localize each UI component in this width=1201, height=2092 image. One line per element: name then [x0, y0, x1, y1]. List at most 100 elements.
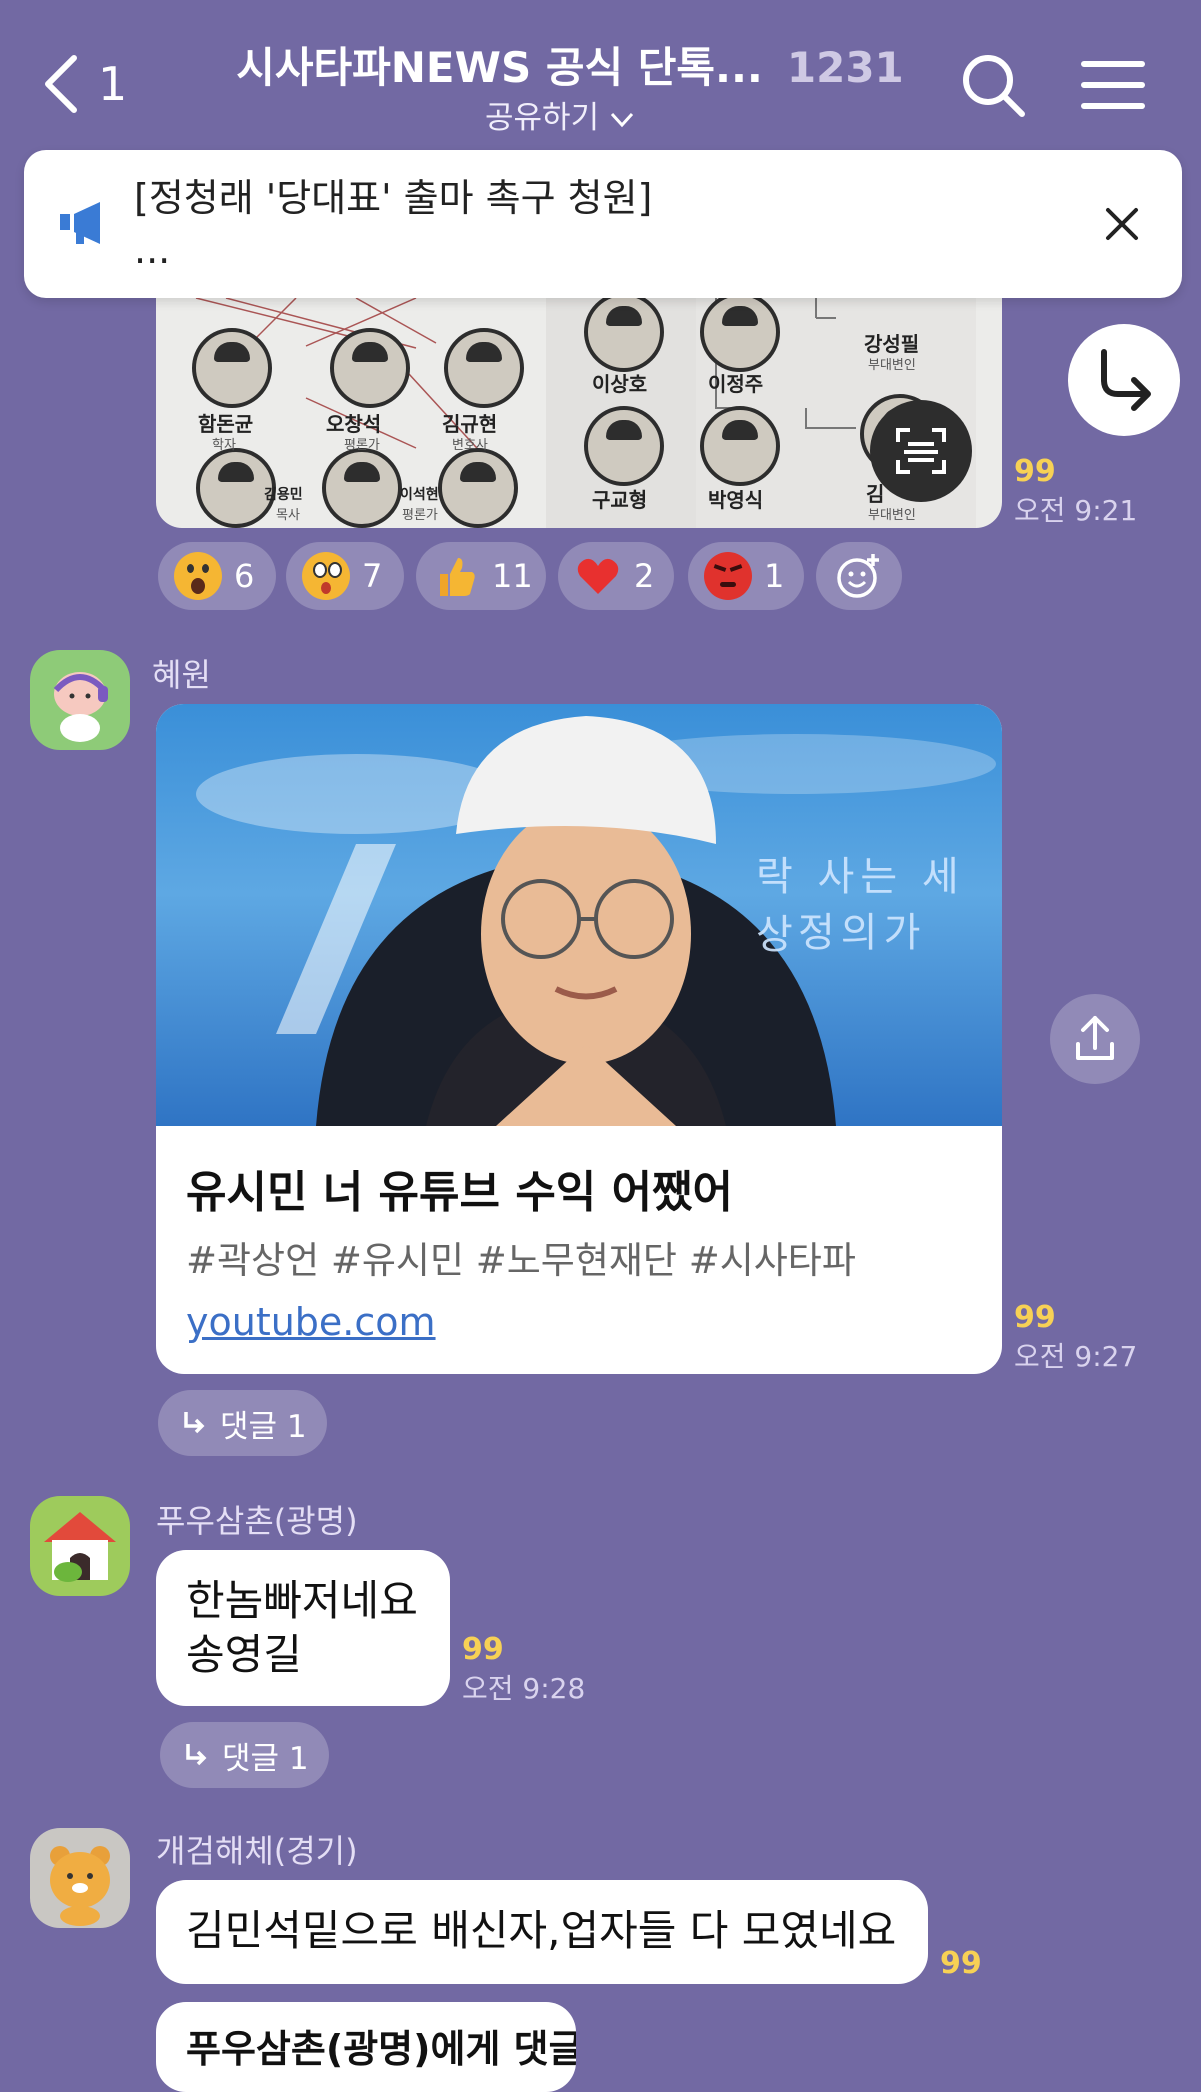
person-role: 변호사 [452, 438, 488, 453]
forward-button[interactable] [1068, 324, 1180, 436]
character-avatar-icon [53, 672, 108, 742]
reaction-count: 1 [764, 557, 785, 595]
reply-arrow-icon [186, 1744, 207, 1766]
room-title: 시사타파NEWS 공식 단톡... [236, 43, 763, 92]
message-time: 오전 9:27 [1014, 1340, 1138, 1373]
reply-preview-text: 푸우삼촌(광명)에게 댓글 [186, 2027, 576, 2071]
close-icon[interactable] [1104, 206, 1140, 242]
back-unread-count: 1 [98, 57, 128, 111]
share-upload-icon [1076, 1016, 1114, 1060]
person-role: 목사 [276, 508, 300, 523]
chat-title-area[interactable]: 시사타파NEWS 공식 단톡... 1231 [210, 34, 930, 95]
message-meta: 99 오전 9:27 [1014, 1300, 1137, 1375]
reply-thread-button[interactable]: 댓글 1 [158, 1390, 327, 1456]
sender-name: 혜원 [152, 656, 211, 694]
youtube-link-card[interactable]: 락 사는 세상 정의가 유시민 너 유튜브 수익 어쨌어 #곽상언 #유시민 #… [156, 704, 1002, 1374]
unread-count: 99 [940, 1946, 982, 1981]
reply-thread-button[interactable]: 댓글 1 [160, 1722, 329, 1788]
wow-face-icon [302, 552, 350, 600]
message-bubble[interactable]: 김민석밑으로 배신자,업자들 다 모였네요 [156, 1880, 928, 1984]
person-role: 학자 [212, 438, 236, 453]
person-name: 이상호 [592, 372, 648, 396]
message-text: 김민석밑으로 배신자,업자들 다 모였네요 [186, 1906, 897, 1955]
person-name: 김규현 [442, 412, 498, 436]
person-name: 오창석 [326, 412, 382, 436]
portrait-3 [444, 328, 524, 408]
unread-count: 99 [462, 1632, 504, 1667]
unread-count: 99 [1014, 454, 1056, 489]
message-text: 송영길 [186, 1630, 302, 1679]
message-time: 오전 9:28 [462, 1672, 586, 1705]
member-count: 1231 [786, 43, 904, 92]
forward-arrow-icon [1101, 349, 1151, 411]
reaction-count: 2 [634, 557, 655, 595]
sender-name: 푸우삼촌(광명) [156, 1502, 358, 1540]
link-url[interactable]: youtube.com [186, 1300, 436, 1344]
reaction-count: 11 [492, 557, 533, 595]
notice-banner[interactable]: [정청래 '당대표' 출마 촉구 청원] ... [24, 150, 1182, 298]
avatar[interactable] [30, 1828, 130, 1928]
notice-title: [정청래 '당대표' 출마 촉구 청원] [134, 176, 653, 220]
link-hashtags: #곽상언 #유시민 #노무현재단 #시사타파 [186, 1239, 856, 1282]
unread-count: 99 [1014, 1300, 1056, 1335]
person-name: 김용민 [264, 487, 303, 503]
message-text: 한놈빠저네요 [186, 1576, 418, 1625]
reply-count-label: 댓글 1 [220, 1408, 307, 1445]
thumbs-up-icon [432, 552, 480, 600]
portrait-6 [584, 406, 664, 486]
angry-face-icon [704, 552, 752, 600]
portrait-1 [192, 328, 272, 408]
video-thumbnail: 락 사는 세상 정의가 [156, 704, 1002, 1126]
person-name: 구교형 [592, 488, 648, 512]
avatar[interactable] [30, 1496, 130, 1596]
reply-preview-bubble[interactable]: 푸우삼촌(광명)에게 댓글 [156, 2002, 576, 2092]
reaction-count: 7 [362, 557, 383, 595]
text-scan-button[interactable] [870, 400, 972, 502]
sender-name: 개검해체(경기) [156, 1832, 358, 1870]
megaphone-icon [60, 202, 100, 244]
person-name: 이정주 [708, 372, 764, 396]
image-message-meta: 99 오전 9:21 [1014, 454, 1137, 529]
portrait-10 [438, 448, 518, 528]
person-name: 강성필 [864, 332, 920, 356]
doghouse-avatar-icon [44, 1512, 116, 1582]
reaction-surprised[interactable]: 6 [158, 542, 276, 610]
reaction-count: 6 [234, 557, 255, 595]
person-role: 부대변인 [868, 508, 916, 523]
reaction-wow[interactable]: 7 [286, 542, 404, 610]
scan-text-icon [896, 428, 946, 474]
surprised-face-icon [174, 552, 222, 600]
person-name: 박영식 [708, 488, 764, 512]
notice-ellipsis: ... [134, 228, 171, 272]
person-name: 이석현 [400, 487, 439, 503]
share-dropdown[interactable]: 공유하기 [470, 92, 650, 137]
reaction-heart[interactable]: 2 [558, 542, 674, 610]
add-reaction-button[interactable] [816, 542, 902, 610]
share-button[interactable] [1050, 994, 1140, 1084]
portrait-7 [700, 406, 780, 486]
link-title: 유시민 너 유튜브 수익 어쨌어 [186, 1167, 734, 1218]
search-icon[interactable] [958, 50, 1028, 120]
reaction-angry[interactable]: 1 [688, 542, 804, 610]
reply-count-label: 댓글 1 [222, 1740, 309, 1777]
thumbnail-caption: 정의가 [798, 910, 927, 956]
notice-text: [정청래 '당대표' 출마 촉구 청원] ... [134, 172, 652, 276]
back-button[interactable]: 1 [40, 48, 150, 120]
chevron-down-icon [610, 112, 634, 127]
person-role: 부대변인 [868, 358, 916, 373]
portrait-9 [322, 448, 402, 528]
message-bubble[interactable]: 한놈빠저네요 송영길 [156, 1550, 450, 1706]
reaction-thumbs-up[interactable]: 11 [416, 542, 546, 610]
reply-arrow-icon [184, 1412, 205, 1434]
share-label: 공유하기 [485, 100, 600, 136]
add-emoji-icon [837, 554, 879, 598]
menu-icon[interactable] [1078, 50, 1148, 120]
ryan-character-icon [50, 1846, 110, 1926]
person-name: 함돈균 [198, 412, 254, 436]
avatar[interactable] [30, 650, 130, 750]
person-role: 평론가 [402, 508, 438, 523]
message-time: 오전 9:21 [1014, 494, 1138, 527]
chat-header: 1 시사타파NEWS 공식 단톡... 1231 공유하기 [0, 0, 1201, 150]
person-role: 평론가 [344, 438, 380, 453]
heart-icon [574, 552, 622, 600]
